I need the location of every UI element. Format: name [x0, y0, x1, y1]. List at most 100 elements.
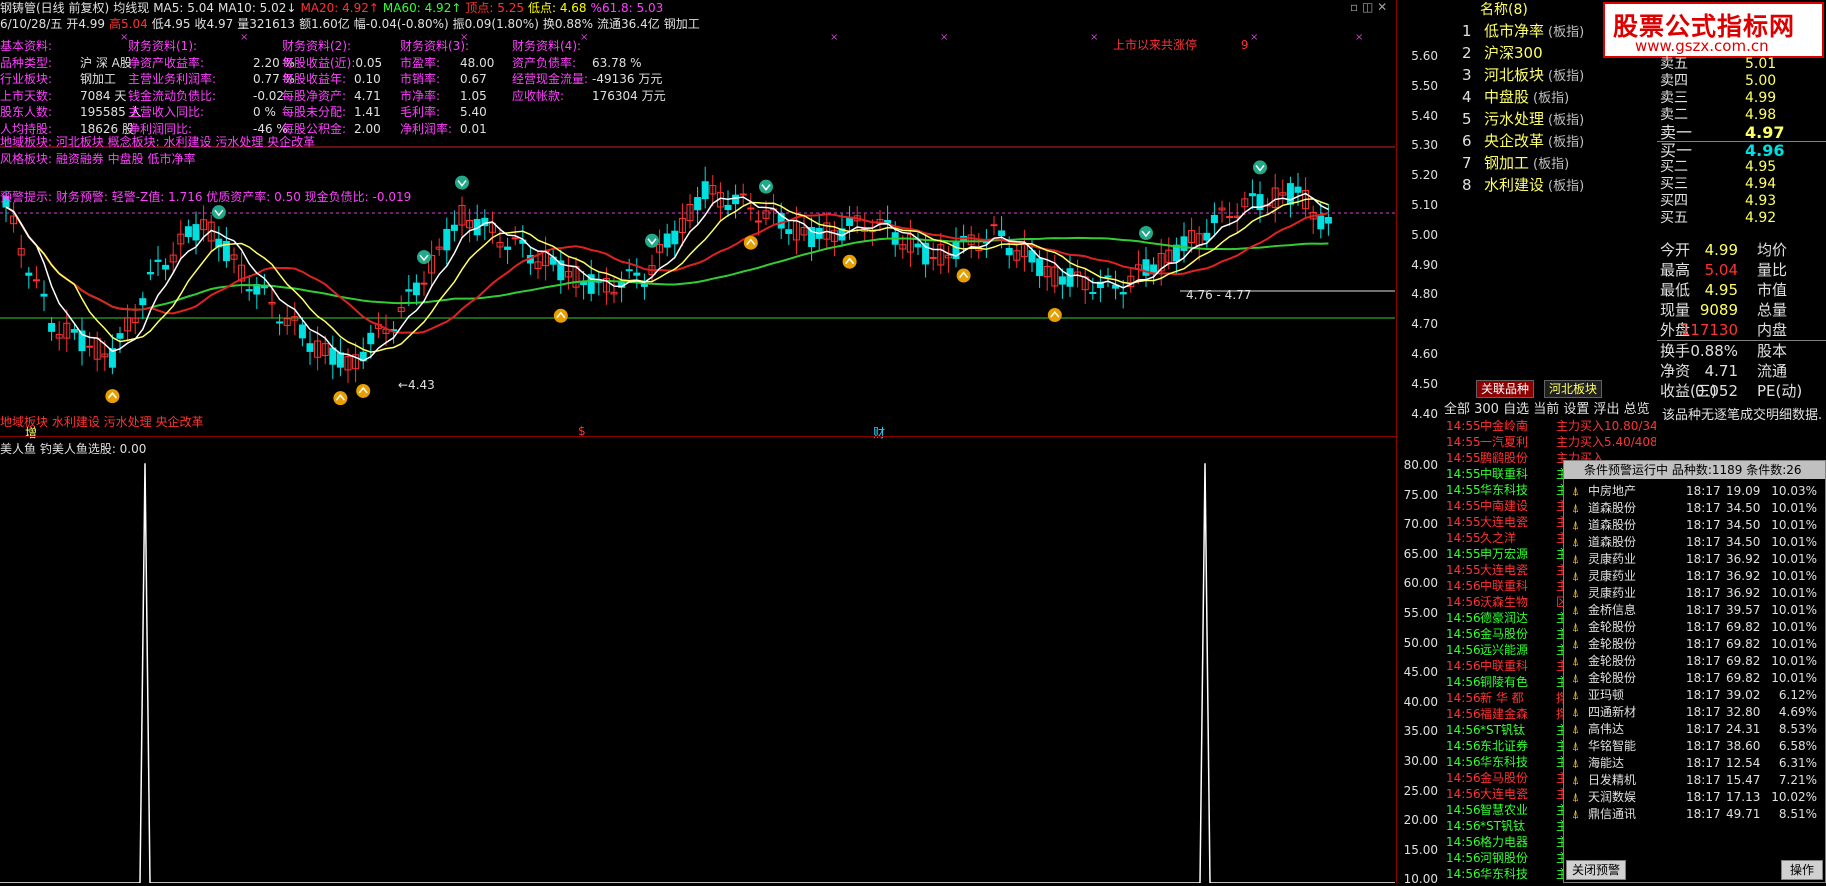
operate-button[interactable]: 操作	[1781, 860, 1823, 880]
buy-signal-icon	[553, 308, 568, 323]
range-label: 4.76 - 4.77	[1186, 288, 1252, 302]
finance-value: 63.78 %	[592, 55, 642, 70]
buy-signal-icon	[1047, 308, 1062, 323]
candle-body	[245, 289, 253, 292]
alert-row[interactable]: ⍋ 亚玛顿 18:17 39.02 6.12%	[1566, 687, 1823, 704]
indicator-chart[interactable]	[0, 458, 1395, 883]
alert-bell-icon: ⍋	[1572, 807, 1580, 821]
close-icon[interactable]: ✕	[1377, 0, 1387, 14]
alert-price: 49.71	[1726, 807, 1761, 821]
alert-row[interactable]: ⍋ 金轮股份 18:17 69.82 10.01%	[1566, 670, 1823, 687]
alert-bell-icon: ⍋	[1572, 688, 1580, 702]
related-name: 河北板块	[1484, 66, 1545, 84]
indicator-tick: 15.00	[1403, 842, 1438, 857]
alert-row[interactable]: ⍋ 金桥信息 18:17 39.57 10.01%	[1566, 602, 1823, 619]
alert-row[interactable]: ⍋ 中房地产 18:17 19.09 10.03%	[1566, 483, 1823, 500]
tape-filters[interactable]: 全部 300 自选 当前 设置 浮出 总览	[1444, 398, 1650, 417]
alert-row[interactable]: ⍋ 日发精机 18:17 15.47 7.21%	[1566, 772, 1823, 789]
tape-time: 14:56	[1446, 803, 1481, 817]
finance-row: 净资产收益率: 2.20 %	[128, 55, 295, 72]
finance-value: -0.02	[253, 88, 285, 103]
finance-value: 0 %	[253, 105, 276, 119]
related-index: 8	[1462, 176, 1472, 194]
stat-row: 外盘 117130 内盘	[1657, 320, 1826, 340]
finance-row: 每股净资产: 4.71	[282, 88, 382, 105]
ma10-line	[5, 198, 1329, 353]
minimize-icon[interactable]: ▫	[1350, 0, 1358, 14]
candle-body	[48, 322, 56, 332]
tab-related[interactable]: 关联品种	[1476, 380, 1535, 398]
alert-row[interactable]: ⍋ 道森股份 18:17 34.50 10.01%	[1566, 517, 1823, 534]
header-field: 额1.60亿	[299, 17, 350, 31]
related-list-item[interactable]: 4 中盘股 (板指)	[1462, 86, 1654, 108]
alert-time: 18:17	[1686, 671, 1721, 685]
alert-row[interactable]: ⍋ 海能达 18:17 12.54 6.31%	[1566, 755, 1823, 772]
stat-label-2: PE(动)	[1757, 382, 1803, 400]
related-list-item[interactable]: 5 污水处理 (板指)	[1462, 108, 1654, 130]
price-tick: 5.20	[1411, 168, 1438, 183]
related-index: 4	[1462, 88, 1472, 106]
alert-row[interactable]: ⍋ 华铭智能 18:17 38.60 6.58%	[1566, 738, 1823, 755]
finance-key: 品种类型:	[0, 55, 53, 70]
alert-bell-icon: ⍋	[1572, 654, 1580, 668]
low-price-label: ←4.43	[398, 378, 435, 392]
stat-label-2: 流通	[1757, 362, 1788, 380]
alert-row[interactable]: ⍋ 道森股份 18:17 34.50 10.01%	[1566, 500, 1823, 517]
restore-icon[interactable]: ◫	[1362, 0, 1373, 14]
marker-cai: 财	[873, 426, 886, 440]
ask-row: 卖五 5.01	[1657, 56, 1826, 73]
stat-label-2: 市值	[1757, 281, 1788, 299]
related-index: 7	[1462, 154, 1472, 172]
finance-row: 上市天数: 7084 天	[0, 88, 142, 105]
window-controls[interactable]: ▫ ◫ ✕	[1350, 0, 1395, 14]
limit-up-label: 上市以来共涨停	[1113, 38, 1198, 52]
alert-row[interactable]: ⍋ 金轮股份 18:17 69.82 10.01%	[1566, 619, 1823, 636]
book-price: 4.94	[1745, 176, 1777, 192]
indicator-tick: 30.00	[1403, 754, 1438, 768]
alert-stock-name: 灵康药业	[1588, 569, 1637, 583]
alert-popup-title[interactable]: 条件预警运行中 品种数:1189 条件数:26	[1564, 461, 1825, 479]
related-list-item[interactable]: 3 河北板块 (板指)	[1462, 64, 1654, 86]
tape-time: 14:56	[1446, 787, 1481, 801]
alert-price: 34.50	[1726, 518, 1761, 532]
related-list-item[interactable]: 6 央企改革 (板指)	[1462, 130, 1654, 152]
price-tick: 5.40	[1411, 108, 1438, 123]
related-list-item[interactable]: 8 水利建设 (板指)	[1462, 174, 1654, 196]
alert-row[interactable]: ⍋ 道森股份 18:17 34.50 10.01%	[1566, 534, 1823, 551]
buy-signal-icon	[743, 235, 758, 250]
header-field: %61.8: 5.03	[590, 1, 664, 15]
alert-row[interactable]: ⍋ 鼎信通讯 18:17 49.71 8.51%	[1566, 806, 1823, 823]
header-field: 收4.97	[194, 17, 234, 31]
alert-popup[interactable]: 条件预警运行中 品种数:1189 条件数:26 ⍋ 中房地产 18:17 19.09 1…	[1563, 460, 1826, 883]
sell-signal-icon	[759, 179, 773, 194]
alert-row[interactable]: ⍋ 金轮股份 18:17 69.82 10.01%	[1566, 653, 1823, 670]
alert-row[interactable]: ⍋ 灵康药业 18:17 36.92 10.01%	[1566, 585, 1823, 602]
tape-time: 14:55	[1446, 483, 1481, 497]
alert-time: 18:17	[1686, 518, 1721, 532]
order-book: 卖五 5.01 卖四 5.00 卖三 4.99 卖二 4.98 卖一 4.97 买一 4.96 买二 4.…	[1657, 56, 1826, 227]
alert-row[interactable]: ⍋ 四通新材 18:17 32.80 4.69%	[1566, 704, 1823, 721]
alert-row[interactable]: ⍋ 灵康药业 18:17 36.92 10.01%	[1566, 568, 1823, 585]
candle-body	[192, 224, 200, 241]
candle-body	[701, 181, 709, 200]
candle-body	[671, 230, 679, 245]
book-price: 4.96	[1745, 141, 1785, 160]
tape-row[interactable]: 14:55中金岭南 主力买入10.80/3423	[1444, 418, 1656, 434]
related-list-item[interactable]: 7 钢加工 (板指)	[1462, 152, 1654, 174]
tape-name: 智慧农业	[1480, 803, 1529, 817]
related-tabs[interactable]: 关联品种 河北板块	[1444, 380, 1654, 398]
close-alert-button[interactable]: 关闭预警	[1566, 860, 1626, 880]
alert-change: 10.01%	[1771, 552, 1817, 566]
alert-time: 18:17	[1686, 569, 1721, 583]
tab-hebei[interactable]: 河北板块	[1544, 380, 1603, 398]
related-suffix: (板指)	[1548, 179, 1585, 194]
tape-row[interactable]: 14:55一汽夏利 主力买入5.40/4084	[1444, 434, 1656, 450]
alert-row[interactable]: ⍋ 灵康药业 18:17 36.92 10.01%	[1566, 551, 1823, 568]
related-name: 低市净率	[1484, 22, 1545, 40]
alert-row[interactable]: ⍋ 金轮股份 18:17 69.82 10.01%	[1566, 636, 1823, 653]
finance-column-title: 财务资料(2):	[282, 39, 352, 53]
alert-change: 10.01%	[1771, 569, 1817, 583]
alert-row[interactable]: ⍋ 高伟达 18:17 24.31 8.53%	[1566, 721, 1823, 738]
alert-row[interactable]: ⍋ 天润数娱 18:17 17.13 10.02%	[1566, 789, 1823, 806]
tape-time: 14:56	[1446, 723, 1481, 737]
